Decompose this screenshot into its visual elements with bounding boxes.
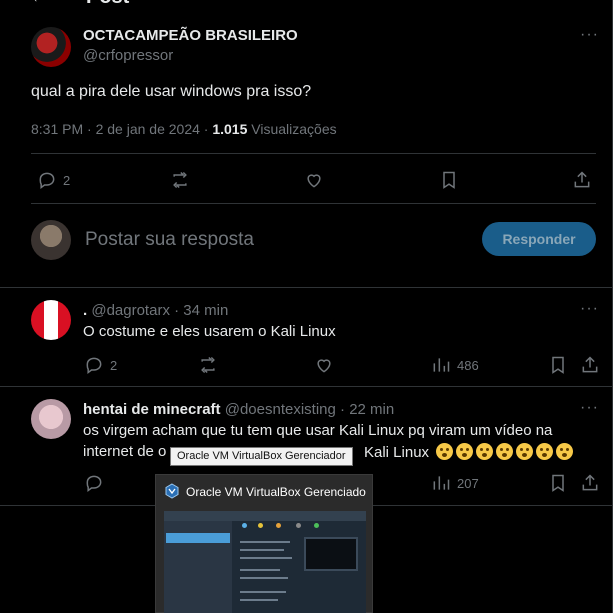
bookmark-icon [552, 356, 564, 374]
reply-author-handle[interactable]: @doesntexisting [225, 401, 336, 418]
preview-thumbnail[interactable] [164, 511, 366, 613]
thumb-menubar [164, 511, 366, 521]
taskbar-tooltip: Oracle VM VirtualBox Gerenciador [170, 447, 353, 466]
astonished-face-emoji [496, 443, 514, 460]
bookmark-action[interactable] [439, 170, 459, 190]
repost-icon [201, 356, 215, 374]
astonished-face-emoji [476, 443, 494, 460]
reply-action[interactable]: 2 [37, 170, 70, 190]
more-icon[interactable]: ··· [580, 399, 599, 417]
taskbar-window-preview[interactable]: Oracle VM VirtualBox Gerenciador [155, 474, 373, 613]
reply-button[interactable]: Responder [482, 222, 596, 256]
reply-icon [86, 357, 102, 374]
reply-action[interactable] [84, 473, 104, 493]
thumb-detail-line [240, 549, 284, 551]
reply-icon [86, 475, 102, 492]
reply-text-line1: os virgem acham que tu tem que usar Kali… [83, 422, 553, 439]
bookmark-action[interactable] [548, 473, 568, 493]
like-action[interactable] [314, 355, 334, 375]
reply-author-handle[interactable]: @dagrotarx [91, 302, 170, 319]
thumb-detail-line [240, 557, 292, 559]
bookmark-action[interactable] [548, 355, 568, 375]
reply-time[interactable]: 22 min [349, 401, 394, 418]
thumb-toolbar-icon [314, 523, 319, 528]
thumb-selected-vm [166, 533, 230, 543]
astonished-face-emoji [536, 443, 554, 460]
thumb-toolbar-icon [296, 523, 301, 528]
thumb-vm-screenshot [304, 537, 358, 571]
heart-icon [317, 359, 331, 373]
reply-count: 2 [63, 172, 71, 188]
thumb-toolbar-icon [242, 523, 247, 528]
divider [31, 203, 596, 204]
reply-text-line2-end: Kali Linux [364, 443, 574, 461]
astonished-face-emoji [436, 443, 454, 460]
post-meta: 8:31 PM · 2 de jan de 2024 · 1.015 Visua… [31, 121, 337, 137]
views-chart-icon [433, 358, 450, 372]
author-avatar[interactable] [31, 27, 71, 67]
reply-count: 2 [110, 357, 118, 373]
share-icon [574, 171, 590, 188]
author-handle[interactable]: @crfopressor [83, 47, 173, 64]
divider [0, 287, 612, 288]
thumb-detail-line [240, 541, 290, 543]
astonished-face-emoji [516, 443, 534, 460]
divider [0, 386, 612, 387]
share-action[interactable] [580, 473, 600, 493]
heart-icon [307, 174, 321, 188]
reply-header: hentai de minecraft @doesntexisting · 22… [83, 401, 394, 418]
reply-avatar[interactable] [31, 399, 71, 439]
reply-icon [39, 172, 55, 189]
like-action[interactable] [304, 170, 324, 190]
back-arrow-icon[interactable]: ← [30, 0, 48, 7]
divider [31, 153, 596, 154]
page-title: Post [86, 0, 129, 9]
reply-text-line2-start: internet de o [83, 443, 167, 460]
separator-dot: · [340, 401, 346, 418]
bookmark-icon [552, 474, 564, 492]
more-icon[interactable]: ··· [580, 300, 599, 318]
thumb-detail-line [240, 591, 286, 593]
reply-input[interactable]: Postar sua resposta [85, 229, 254, 251]
user-avatar[interactable] [31, 220, 71, 260]
astonished-face-emoji [456, 443, 474, 460]
bookmark-icon [443, 171, 455, 189]
views-chart-icon [433, 476, 450, 490]
repost-icon [173, 171, 187, 189]
repost-action[interactable] [198, 355, 218, 375]
views-count: 486 [457, 357, 479, 373]
share-icon [582, 356, 598, 373]
reply-text: O costume e eles usarem o Kali Linux [83, 323, 336, 340]
views-action[interactable]: 207 [431, 473, 479, 493]
reply-avatar[interactable] [31, 300, 71, 340]
thumb-detail-line [240, 599, 278, 601]
share-action[interactable] [572, 170, 592, 190]
views-label: Visualizações [251, 121, 337, 137]
reply-time[interactable]: 34 min [183, 302, 228, 319]
post-timestamp[interactable]: 8:31 PM · 2 de jan de 2024 · [31, 121, 208, 137]
reply-action[interactable]: 2 [84, 355, 117, 375]
views-count: 1.015 [212, 121, 248, 137]
reply-header: . @dagrotarx · 34 min [83, 302, 228, 319]
share-action[interactable] [580, 355, 600, 375]
thumb-detail-line [240, 577, 288, 579]
reply-text-tail: Kali Linux [364, 444, 430, 461]
reply-author-name[interactable]: hentai de minecraft [83, 401, 221, 418]
post-text: qual a pira dele usar windows pra isso? [31, 83, 312, 100]
views-count: 207 [457, 475, 479, 491]
separator-dot: · [174, 302, 180, 319]
preview-title: Oracle VM VirtualBox Gerenciador [186, 485, 366, 499]
thumb-toolbar-icon [276, 523, 281, 528]
author-name[interactable]: OCTACAMPEÃO BRASILEIRO [83, 27, 298, 44]
repost-action[interactable] [170, 170, 190, 190]
views-action[interactable]: 486 [431, 355, 479, 375]
thumb-toolbar-icon [258, 523, 263, 528]
more-icon[interactable]: ··· [580, 26, 599, 44]
virtualbox-icon [165, 483, 179, 499]
top-bar: ← Post [0, 0, 613, 8]
reply-author-name[interactable]: . [83, 302, 87, 319]
astonished-face-emoji [556, 443, 574, 460]
thumb-detail-line [240, 569, 280, 571]
share-icon [582, 474, 598, 491]
